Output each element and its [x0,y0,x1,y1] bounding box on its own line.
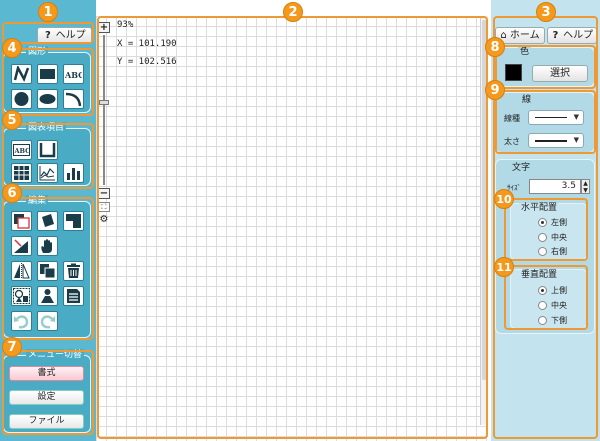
callout-box-4 [2,48,94,116]
callout-number-4: 4 [2,38,22,58]
callout-number-7: 7 [2,337,22,357]
callout-number-5: 5 [2,110,22,130]
callout-number-8: 8 [485,37,505,57]
callout-box-2 [97,16,488,439]
callout-number-9: 9 [485,80,505,100]
callout-box-9 [495,90,596,154]
callout-number-6: 6 [2,183,22,203]
callout-number-3: 3 [536,2,556,22]
callout-number-2: 2 [283,2,303,22]
callout-box-5 [2,123,94,189]
callout-box-7 [2,350,94,435]
callout-number-1: 1 [38,2,58,22]
callout-box-11 [504,265,588,330]
callout-number-10: 10 [494,189,514,209]
callout-number-11: 11 [494,257,514,277]
callout-box-6 [2,197,94,340]
callout-box-10 [504,198,588,261]
callout-box-8 [495,45,596,89]
